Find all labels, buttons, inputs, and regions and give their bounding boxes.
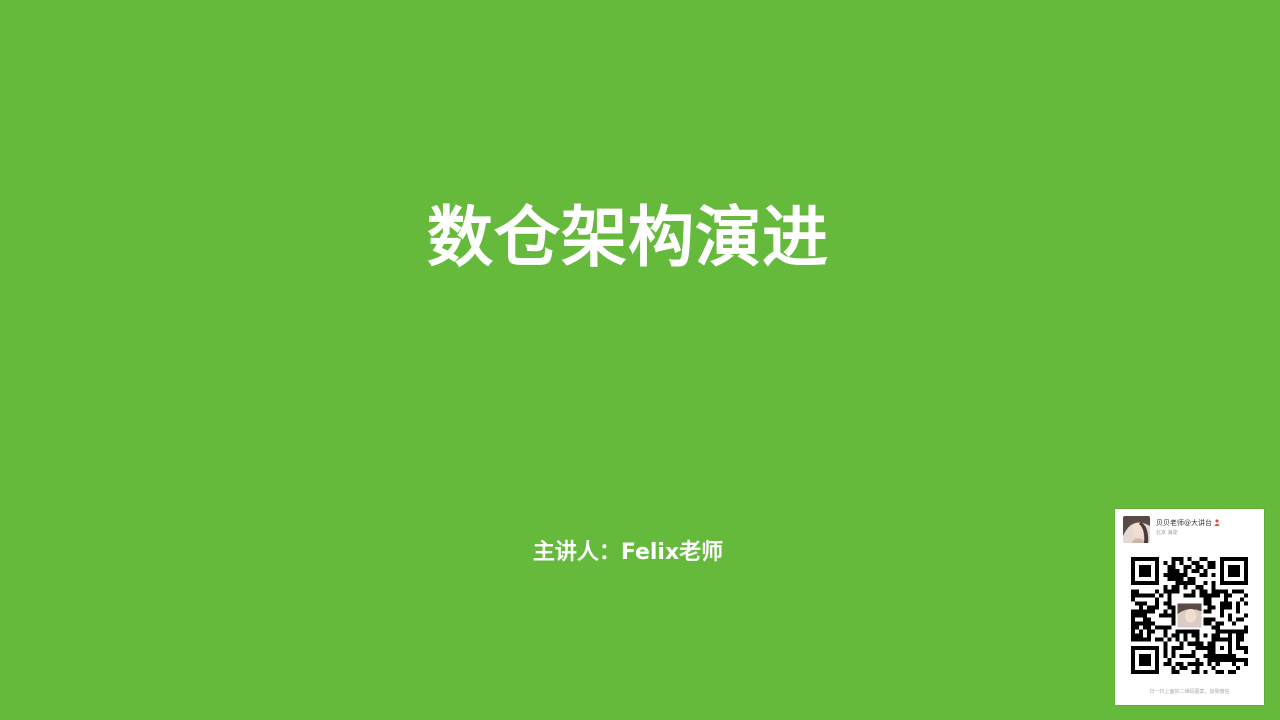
qr-account-name-text: 贝贝老师@大讲台 xyxy=(1156,519,1212,527)
qr-account-name: 贝贝老师@大讲台 xyxy=(1156,519,1220,528)
slide: 数仓架构演进 主讲人：Felix老师 贝贝老师@大讲台 北京 海淀 扫一扫上面的… xyxy=(0,0,1280,720)
presenter-line: 主讲人：Felix老师 xyxy=(532,540,724,565)
slide-title: 数仓架构演进 xyxy=(427,198,829,276)
qr-card-header: 贝贝老师@大讲台 北京 海淀 xyxy=(1123,516,1258,546)
qr-location: 北京 海淀 xyxy=(1156,530,1178,536)
qr-caption: 扫一扫上面的二维码图案，加我微信 xyxy=(1149,689,1230,695)
wechat-qr-card: 贝贝老师@大讲台 北京 海淀 扫一扫上面的二维码图案，加我微信 xyxy=(1115,509,1264,705)
avatar xyxy=(1123,516,1150,543)
person-icon xyxy=(1214,519,1220,526)
qr-code xyxy=(1131,557,1248,674)
